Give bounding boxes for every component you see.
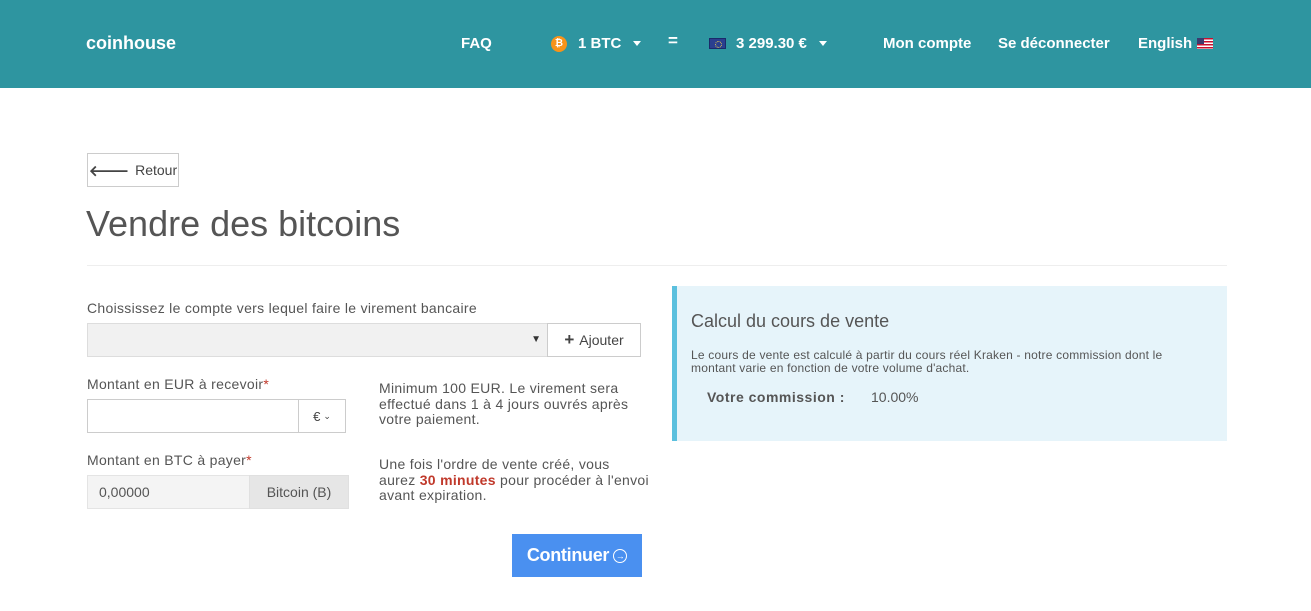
chevron-down-icon — [818, 41, 827, 46]
title-divider — [87, 265, 1227, 266]
currency-symbol: € — [313, 408, 321, 424]
language-selector[interactable]: English — [1138, 35, 1214, 52]
eur-amount-dropdown[interactable]: 3 299.30 € — [709, 35, 827, 52]
bank-account-select[interactable]: ▼ — [87, 323, 548, 357]
circle-arrow-right-icon: → — [613, 548, 628, 563]
nav-logout[interactable]: Se déconnecter — [998, 35, 1110, 52]
currency-dropdown[interactable]: € ⌄ — [298, 399, 346, 433]
top-navbar: coinhouse FAQ ₿ 1 BTC = 3 299.30 € Mon c… — [0, 0, 1311, 88]
eur-amount-label: 3 299.30 € — [736, 35, 807, 52]
sale-rate-info-panel: Calcul du cours de vente Le cours de ven… — [672, 286, 1227, 441]
btc-amount-label: 1 BTC — [578, 35, 622, 52]
us-flag-icon — [1197, 38, 1214, 49]
chevron-down-icon — [633, 41, 642, 46]
bitcoin-icon: ₿ — [551, 35, 567, 52]
nav-my-account[interactable]: Mon compte — [883, 35, 971, 52]
btc-amount-dropdown[interactable]: ₿ 1 BTC — [551, 35, 642, 52]
eur-amount-label: Montant en EUR à recevoir* — [87, 376, 269, 392]
commission-value: 10.00% — [871, 389, 919, 405]
btc-unit-addon: Bitcoin (B) — [249, 475, 349, 509]
page-title: Vendre des bitcoins — [86, 203, 401, 244]
commission-label: Votre commission : — [707, 389, 845, 405]
expiry-duration: 30 minutes — [419, 471, 496, 488]
btc-amount-label: Montant en BTC à payer* — [87, 452, 252, 468]
btc-amount-input[interactable] — [87, 475, 250, 509]
btc-amount-help: Une fois l'ordre de vente créé, vous aur… — [379, 456, 649, 504]
add-account-label: Ajouter — [579, 332, 624, 348]
eur-amount-input[interactable] — [87, 399, 299, 433]
eur-amount-label-text: Montant en EUR à recevoir — [87, 376, 264, 392]
add-account-button[interactable]: + Ajouter — [547, 323, 641, 357]
required-marker: * — [263, 376, 270, 392]
info-panel-text: Le cours de vente est calculé à partir d… — [691, 348, 1163, 375]
continue-button[interactable]: Continuer → — [512, 534, 642, 577]
brand-logo[interactable]: coinhouse — [86, 33, 176, 54]
eu-flag-icon — [709, 38, 726, 49]
select-arrow-icon: ▼ — [531, 334, 541, 345]
back-button-label: Retour — [135, 162, 178, 178]
back-button[interactable]: 🡐 Retour — [87, 153, 179, 187]
equals-sign: = — [668, 31, 678, 50]
plus-icon: + — [564, 330, 575, 349]
btc-amount-label-text: Montant en BTC à payer — [87, 452, 247, 468]
info-panel-title: Calcul du cours de vente — [691, 311, 890, 331]
nav-faq[interactable]: FAQ — [461, 35, 492, 52]
language-label: English — [1138, 35, 1193, 52]
account-select-label: Choississez le compte vers lequel faire … — [87, 300, 477, 316]
chevron-down-icon: ⌄ — [323, 410, 331, 421]
continue-button-label: Continuer — [526, 545, 610, 565]
eur-amount-help: Minimum 100 EUR. Le virement sera effect… — [379, 380, 629, 427]
required-marker: * — [246, 452, 252, 468]
arrow-left-icon: 🡐 — [88, 162, 130, 180]
